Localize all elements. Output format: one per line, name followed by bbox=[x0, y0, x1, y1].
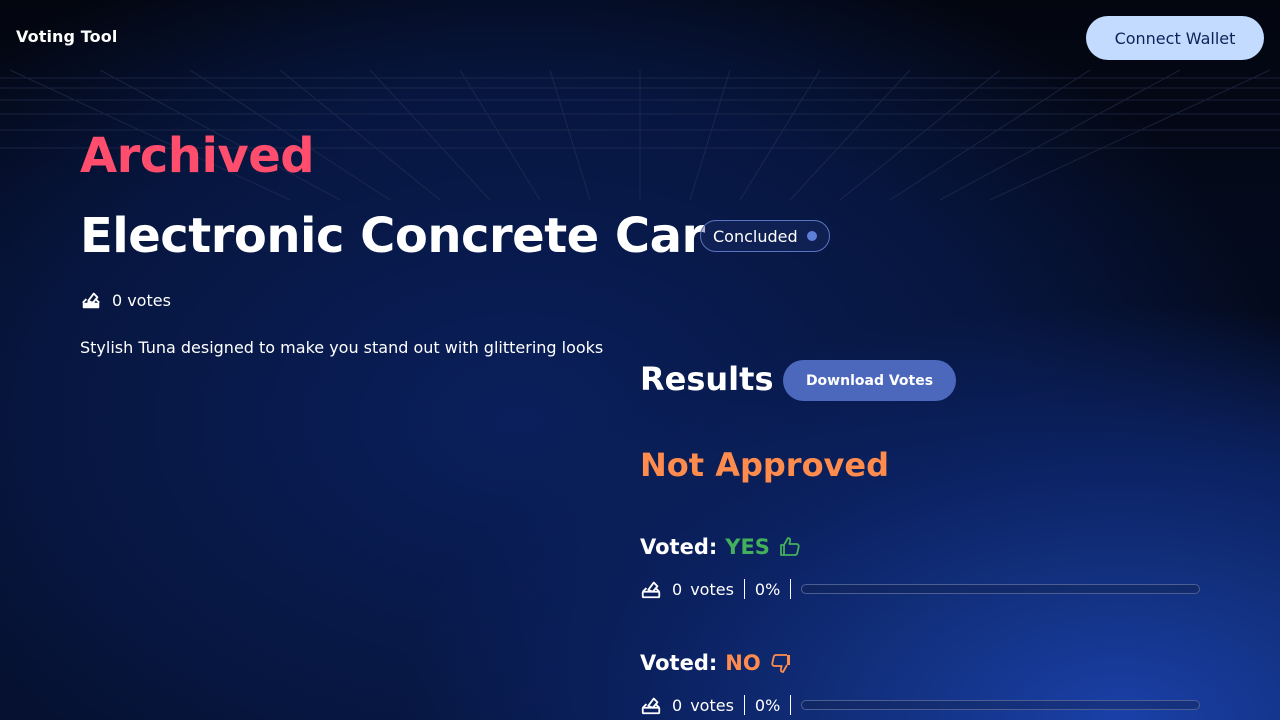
archived-label: Archived bbox=[80, 128, 315, 184]
voted-label: Voted: bbox=[640, 651, 718, 675]
thumbs-down-icon bbox=[771, 654, 790, 673]
total-votes: 0 votes bbox=[80, 288, 171, 312]
voted-label: Voted: bbox=[640, 535, 718, 559]
divider bbox=[743, 579, 745, 599]
top-bar: Voting Tool Connect Wallet bbox=[0, 0, 1280, 76]
option-no-label: NO bbox=[725, 651, 761, 675]
option-yes-heading: Voted: YES bbox=[640, 532, 802, 562]
ballot-box-icon bbox=[641, 581, 661, 599]
divider bbox=[790, 579, 792, 599]
option-yes-progress-bar bbox=[801, 584, 1200, 594]
status-text: Concluded bbox=[713, 226, 798, 246]
status-badge: Concluded bbox=[700, 220, 830, 252]
option-no-heading: Voted: NO bbox=[640, 648, 793, 678]
status-dot bbox=[807, 231, 817, 241]
result-outcome: Not Approved bbox=[640, 446, 890, 484]
divider bbox=[790, 695, 792, 715]
option-yes-label: YES bbox=[725, 535, 770, 559]
ballot-box-icon bbox=[82, 292, 100, 309]
thumbs-up-icon bbox=[780, 537, 800, 556]
option-yes-votes-word: votes bbox=[690, 579, 734, 599]
option-yes-percent: 0% bbox=[754, 579, 781, 599]
proposal-title: Electronic Concrete Car bbox=[80, 208, 705, 264]
total-votes-count: 0 bbox=[112, 290, 123, 310]
option-no-percent: 0% bbox=[754, 695, 781, 715]
option-no-votes-word: votes bbox=[690, 695, 734, 715]
option-yes-votes: 0 bbox=[672, 579, 683, 599]
ballot-box-icon bbox=[641, 697, 661, 715]
option-no-stats: 0 votes 0% bbox=[640, 693, 1200, 717]
option-no-progress-bar bbox=[801, 700, 1200, 710]
divider bbox=[743, 695, 745, 715]
proposal-description: Stylish Tuna designed to make you stand … bbox=[80, 338, 604, 357]
connect-wallet-button[interactable]: Connect Wallet bbox=[1086, 16, 1264, 60]
download-votes-button[interactable]: Download Votes bbox=[783, 360, 956, 401]
option-yes-stats: 0 votes 0% bbox=[640, 577, 1200, 601]
option-no-votes: 0 bbox=[672, 695, 683, 715]
app-title[interactable]: Voting Tool bbox=[16, 27, 117, 46]
total-votes-word: votes bbox=[127, 290, 171, 310]
results-heading: Results bbox=[640, 360, 774, 398]
